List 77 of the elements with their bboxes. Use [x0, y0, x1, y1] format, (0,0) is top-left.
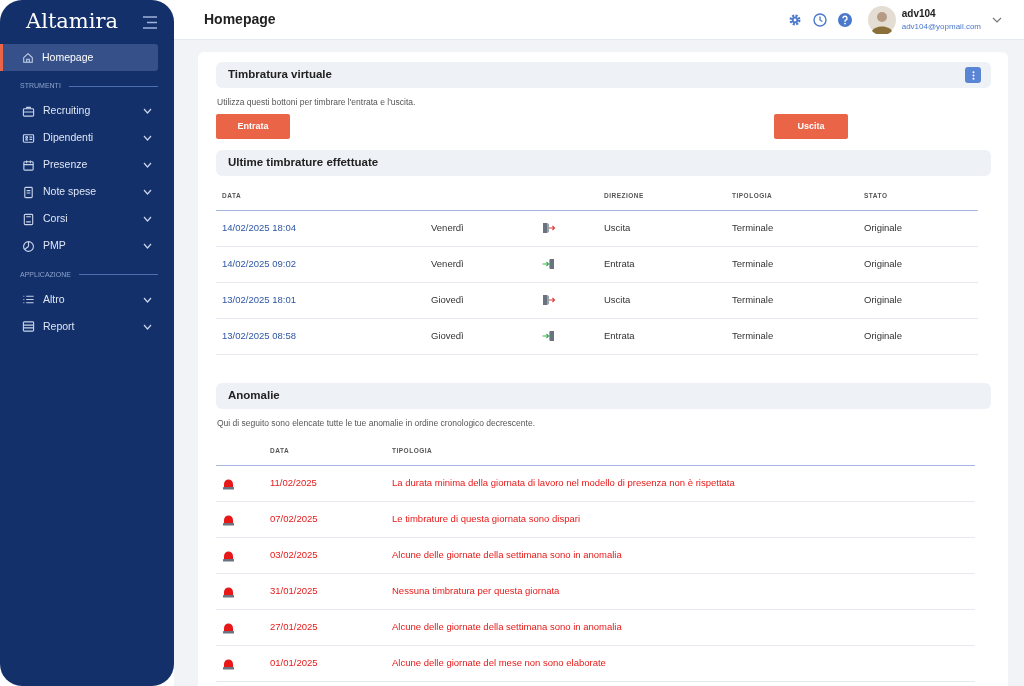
table-cell: Originale — [858, 246, 978, 282]
menu-item-icon — [22, 158, 35, 172]
more-icon — [971, 70, 975, 80]
menu-item-icon — [22, 212, 35, 226]
table-cell: Originale — [858, 210, 978, 246]
menu-item-icon — [22, 239, 35, 253]
description-text: Qui di seguito sono elencate tutte le tue anomalie in ordine cronologico decrescente. — [217, 416, 536, 430]
table-cell: Terminale — [726, 318, 858, 354]
more-button[interactable] — [965, 67, 981, 83]
table-cell: Entrata — [598, 318, 726, 354]
table-cell: 03/02/2025 — [264, 537, 386, 574]
table-cell: La durata minima della giornata di lavoro nel modello di presenza non è rispettata — [386, 465, 975, 502]
menu-item-icon — [22, 320, 35, 333]
table-cell: Giovedì — [425, 318, 536, 354]
table-cell: Giovedì — [425, 282, 536, 318]
menu-item-icon — [22, 185, 35, 199]
nav-item[interactable]: Dipendenti — [0, 124, 158, 152]
table-cell: 07/02/2025 — [264, 501, 386, 538]
table-cell: Terminale — [726, 282, 858, 318]
table-cell: 31/01/2025 — [264, 573, 386, 610]
home-icon — [22, 51, 34, 64]
menu-icon[interactable] — [142, 15, 158, 29]
nav-item[interactable]: Report — [0, 313, 158, 340]
help-icon[interactable] — [837, 12, 852, 27]
door-exit-icon — [542, 222, 555, 235]
door-enter-icon — [542, 330, 555, 343]
table-cell: 27/01/2025 — [264, 609, 386, 646]
description-text: Utilizza questi bottoni per timbrare l'entrata e l'uscita. — [217, 96, 417, 109]
user-name: adv104 — [901, 7, 937, 21]
alarm-light-icon — [222, 621, 235, 634]
table-cell: Terminale — [726, 210, 858, 246]
alarm-light-icon — [222, 549, 235, 562]
alarm-light-icon — [222, 513, 235, 526]
user-email: adv104@yopmail.com — [901, 21, 981, 33]
table-cell: 01/01/2025 — [264, 645, 386, 682]
table-cell: Terminale — [726, 246, 858, 282]
table-cell: Originale — [858, 282, 978, 318]
table-cell: Entrata — [598, 246, 726, 282]
section-title: Ultime timbrature effettuate — [228, 155, 379, 171]
table-cell: Uscita — [598, 282, 726, 318]
menu-item-icon — [22, 131, 35, 145]
caret-icon[interactable] — [992, 16, 1002, 23]
menu-item-icon — [22, 104, 35, 118]
table-cell: Le timbrature di questa giornata sono dispari — [386, 501, 975, 538]
section-title: Timbratura virtuale — [228, 67, 332, 83]
alarm-light-icon — [222, 657, 235, 670]
logo: Altamira — [25, 8, 119, 36]
nav-item[interactable]: Note spese — [0, 178, 158, 206]
date-link[interactable]: 14/02/2025 18:04 — [216, 210, 425, 246]
page-title: Homepage — [204, 10, 276, 29]
alarm-light-icon — [222, 477, 235, 490]
menu-item-icon — [22, 293, 35, 306]
door-enter-icon — [542, 258, 555, 271]
table-cell: Venerdì — [425, 210, 536, 246]
table-cell: Alcune delle giornate del mese non sono elaborate — [386, 645, 975, 682]
date-link[interactable]: 13/02/2025 18:01 — [216, 282, 425, 318]
table-cell: Alcune delle giornate della settimana sono in anomalia — [386, 609, 975, 646]
date-link[interactable]: 13/02/2025 08:58 — [216, 318, 425, 354]
alarm-light-icon — [222, 585, 235, 598]
table-cell: Nessuna timbratura per questa giornata — [386, 573, 975, 610]
nav-item[interactable]: Homepage — [0, 44, 158, 71]
nav-item[interactable]: PMP — [0, 232, 158, 260]
nav-item[interactable]: Presenze — [0, 151, 158, 179]
table-cell: Originale — [858, 318, 978, 354]
table-cell: Alcune delle giornate della settimana sono in anomalia — [386, 537, 975, 574]
nav-item[interactable]: Recruiting — [0, 97, 158, 125]
table-cell: Uscita — [598, 210, 726, 246]
table-cell: 11/02/2025 — [264, 465, 386, 502]
avatar-placeholder[interactable] — [868, 5, 897, 34]
section-title: Anomalie — [228, 387, 280, 403]
nav-item[interactable]: Altro — [0, 286, 158, 313]
table-cell: Venerdì — [425, 246, 536, 282]
nav-item[interactable]: Corsi — [0, 205, 158, 233]
clock-icon[interactable] — [812, 12, 827, 27]
settings-icon[interactable] — [787, 12, 802, 27]
door-exit-icon — [542, 294, 555, 307]
date-link[interactable]: 14/02/2025 09:02 — [216, 246, 425, 282]
